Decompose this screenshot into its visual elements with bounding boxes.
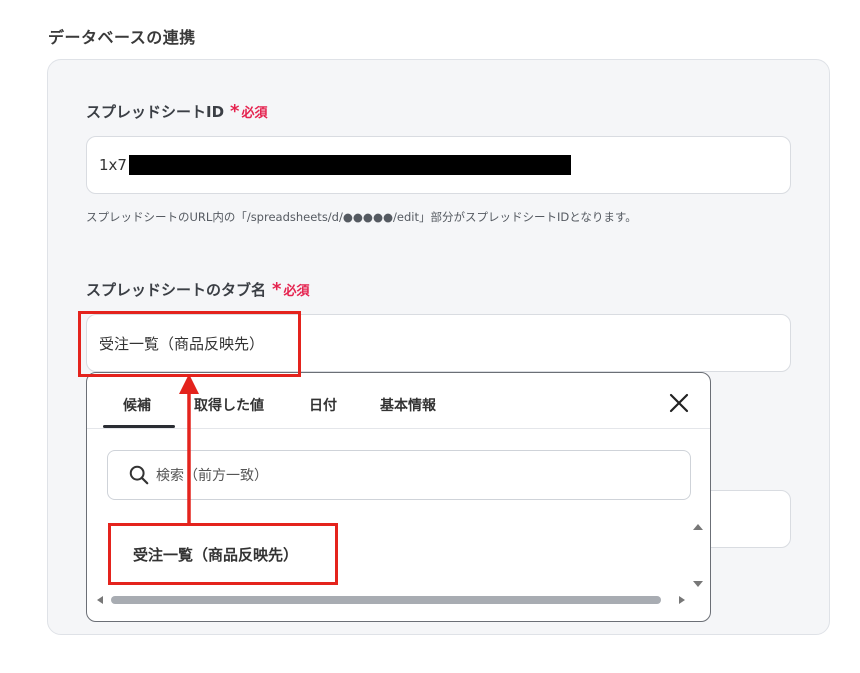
- close-icon[interactable]: [667, 391, 691, 415]
- tab-name-label: スプレッドシートのタブ名 * 必須: [86, 279, 309, 300]
- arrow-up-icon: [179, 374, 199, 525]
- spreadsheet-id-label: スプレッドシートID * 必須: [86, 101, 267, 122]
- spreadsheet-id-input[interactable]: 1x7: [86, 136, 791, 194]
- search-icon: [129, 465, 149, 485]
- search-placeholder: 検索（前方一致）: [156, 468, 268, 484]
- active-tab-indicator: [103, 425, 175, 428]
- required-badge: * 必須: [272, 280, 309, 299]
- list-item[interactable]: 受注一覧（商品反映先）: [133, 544, 298, 565]
- tab-name-label-text: スプレッドシートのタブ名: [86, 281, 267, 299]
- tab-basic-info[interactable]: 基本情報: [380, 395, 436, 415]
- tab-date[interactable]: 日付: [309, 395, 337, 415]
- spreadsheet-id-hint: スプレッドシートのURL内の「/spreadsheets/d/●●●●●/edi…: [86, 210, 637, 224]
- required-badge: * 必須: [230, 102, 267, 121]
- required-text: 必須: [241, 106, 268, 121]
- candidate-list: 受注一覧（商品反映先）: [87, 516, 691, 596]
- required-star: *: [230, 100, 240, 122]
- tab-name-input[interactable]: 受注一覧（商品反映先）: [86, 314, 791, 372]
- required-star: *: [272, 278, 282, 300]
- spreadsheet-id-label-text: スプレッドシートID: [86, 103, 225, 121]
- tab-acquired-values[interactable]: 取得した値: [194, 395, 264, 415]
- required-text: 必須: [283, 284, 310, 299]
- tab-candidates[interactable]: 候補: [123, 395, 151, 415]
- section-title: データベースの連携: [48, 28, 196, 47]
- vertical-scrollbar[interactable]: [687, 521, 709, 589]
- spreadsheet-id-value: 1x7: [99, 156, 127, 174]
- redacted-block: [128, 155, 571, 175]
- scrollbar-thumb[interactable]: [111, 596, 661, 604]
- horizontal-scrollbar[interactable]: [93, 593, 691, 607]
- tab-name-value: 受注一覧（商品反映先）: [99, 334, 265, 353]
